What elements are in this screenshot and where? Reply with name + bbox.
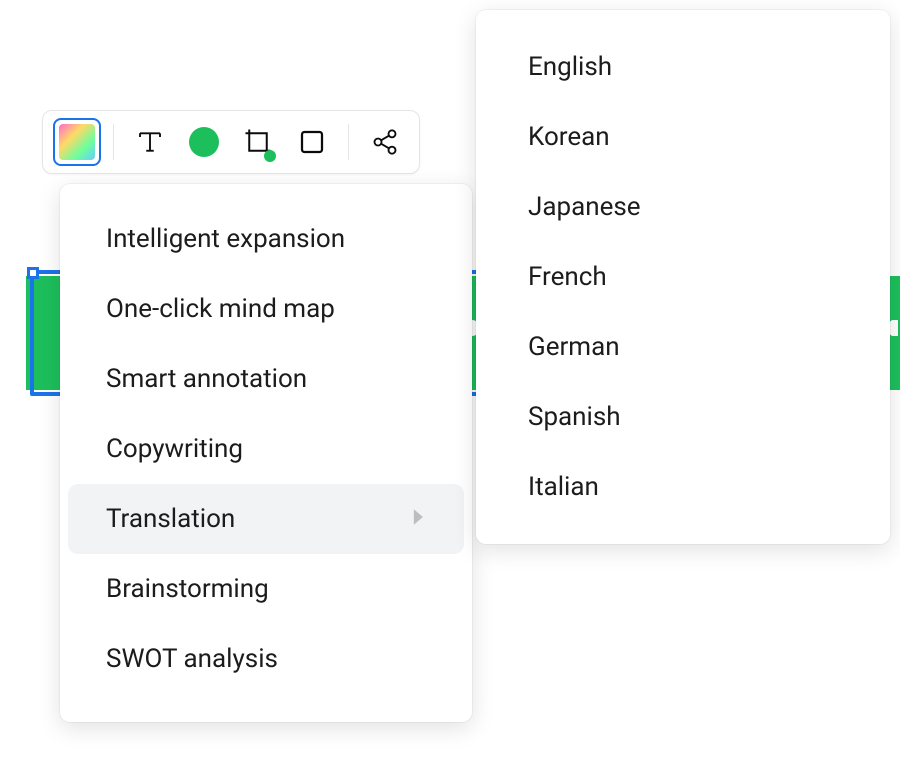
menu-item-label: Copywriting [106,434,243,464]
menu-item-one-click-mind-map[interactable]: One-click mind map [68,274,464,344]
menu-item-swot-analysis[interactable]: SWOT analysis [68,624,464,694]
crop-tool[interactable] [234,118,282,166]
language-item-korean[interactable]: Korean [486,102,880,172]
menu-item-smart-annotation[interactable]: Smart annotation [68,344,464,414]
translation-language-menu: English Korean Japanese French German Sp… [476,10,890,544]
toolbar [42,110,420,174]
selection-handle-top-left[interactable] [27,267,39,279]
toolbar-divider [113,124,114,160]
language-item-english[interactable]: English [486,32,880,102]
language-item-french[interactable]: French [486,242,880,312]
language-item-german[interactable]: German [486,312,880,382]
menu-item-label: One-click mind map [106,294,335,324]
menu-item-label: French [528,262,607,292]
text-icon [135,127,165,157]
active-color-indicator [264,150,276,162]
menu-item-intelligent-expansion[interactable]: Intelligent expansion [68,204,464,274]
menu-item-label: Spanish [528,402,621,432]
language-item-japanese[interactable]: Japanese [486,172,880,242]
menu-item-label: Italian [528,472,599,502]
menu-item-label: Smart annotation [106,364,307,394]
menu-item-label: SWOT analysis [106,644,278,674]
rectangle-shape-tool[interactable] [288,118,336,166]
text-tool[interactable] [126,118,174,166]
menu-item-label: Japanese [528,192,641,222]
app-logo-icon [59,124,95,160]
square-icon [297,127,327,157]
share-tool[interactable] [361,118,409,166]
language-item-italian[interactable]: Italian [486,452,880,522]
menu-item-label: Translation [106,504,235,534]
menu-item-label: Brainstorming [106,574,269,604]
circle-shape-tool[interactable] [180,118,228,166]
chevron-right-icon [412,508,426,531]
menu-item-label: English [528,52,612,82]
menu-item-translation[interactable]: Translation [68,484,464,554]
logo-tool[interactable] [53,118,101,166]
ai-actions-menu: Intelligent expansion One-click mind map… [60,184,472,722]
language-item-spanish[interactable]: Spanish [486,382,880,452]
circle-icon [189,127,219,157]
menu-item-brainstorming[interactable]: Brainstorming [68,554,464,624]
share-icon [371,128,399,156]
menu-item-label: Intelligent expansion [106,224,345,254]
menu-item-label: Korean [528,122,610,152]
menu-item-label: German [528,332,620,362]
toolbar-divider [348,124,349,160]
menu-item-copywriting[interactable]: Copywriting [68,414,464,484]
